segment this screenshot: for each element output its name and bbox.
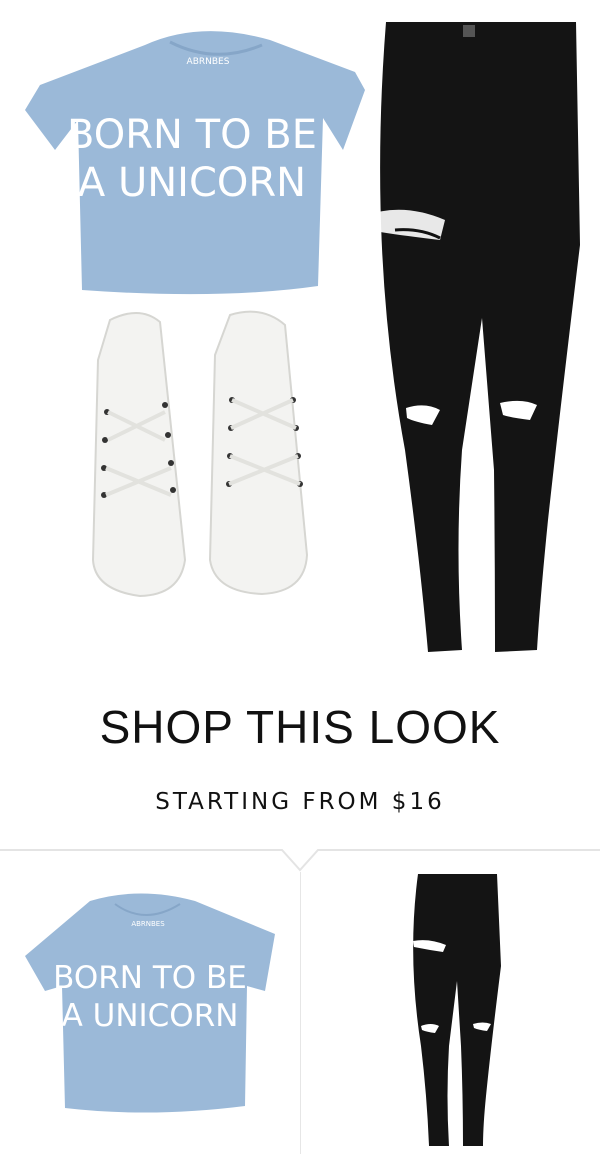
tshirt-image: ABRNBES BORN TO BE A UNICORN: [25, 31, 365, 295]
tshirt-thumbnail: ABRNBES BORN TO BE A UNICORN: [25, 893, 275, 1113]
product-card-jeans[interactable]: [301, 846, 600, 1154]
thumbnail-print-line1: BORN TO BE: [53, 960, 247, 996]
starting-price-label: STARTING FROM $16: [155, 789, 445, 815]
thumbnail-brand-label: ABRNBES: [131, 920, 165, 928]
outfit-collage: ABRNBES BORN TO BE A UNICORN: [25, 22, 580, 652]
jeans-thumbnail: [413, 874, 501, 1146]
product-card-tshirt[interactable]: ABRNBES BORN TO BE A UNICORN: [0, 846, 300, 1154]
sneakers-image: [91, 310, 309, 598]
thumbnail-print-line2: A UNICORN: [62, 998, 239, 1034]
shirt-print-line2: A UNICORN: [78, 160, 306, 206]
product-strip: ABRNBES BORN TO BE A UNICORN: [0, 846, 600, 1154]
shop-this-look-title: SHOP THIS LOOK: [99, 701, 501, 753]
shirt-brand-label: ABRNBES: [187, 57, 230, 67]
jeans-image: [378, 22, 580, 652]
shirt-print-line1: BORN TO BE: [67, 112, 317, 158]
